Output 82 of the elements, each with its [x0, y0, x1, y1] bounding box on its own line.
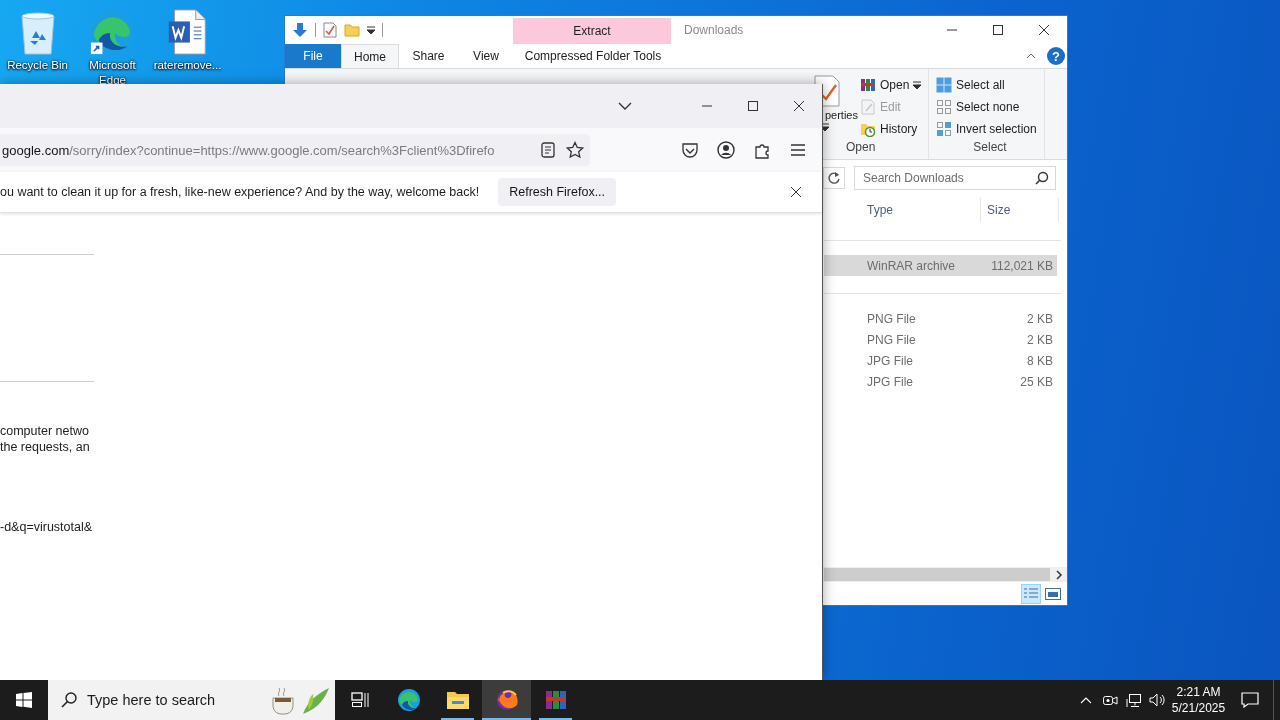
browser-logo-icon[interactable]: [396, 688, 421, 712]
table-cell-text: PNG File: [866, 311, 917, 326]
browser-logo-icon[interactable]: [494, 688, 519, 712]
properties-icon[interactable]: [323, 22, 337, 38]
ribbon-tab[interactable]: Share: [399, 44, 458, 68]
ribbon-command[interactable]: Select none: [956, 100, 1020, 114]
column-header[interactable]: Size: [981, 198, 1059, 222]
table-cell-text: JPG File: [866, 353, 914, 368]
file-menu-tab[interactable]: File: [285, 44, 341, 68]
notifications-icon[interactable]: [1241, 692, 1259, 708]
search-field[interactable]: Search Downloads: [854, 166, 1056, 190]
volume-icon[interactable]: [1149, 692, 1167, 708]
file-row[interactable]: JPG File 8 KB: [824, 350, 1057, 371]
context-tab-header: Extract: [513, 18, 671, 44]
window-title: Downloads: [684, 23, 744, 37]
close-icon[interactable]: [791, 187, 801, 197]
dropdown-caret-icon[interactable]: [367, 26, 375, 34]
table-cell-text: 8 KB: [1026, 353, 1053, 368]
account-icon[interactable]: [717, 141, 735, 159]
file-row[interactable]: PNG File 2 KB: [824, 329, 1057, 350]
table-cell-text: 2 KB: [1026, 311, 1053, 326]
search-icon[interactable]: [1035, 171, 1049, 185]
ribbon-command[interactable]: Select all: [956, 78, 1005, 92]
collapse-ribbon-icon[interactable]: [1026, 53, 1036, 59]
search-input[interactable]: Search Downloads: [863, 171, 1035, 185]
reader-view-icon[interactable]: [541, 142, 555, 158]
search-field[interactable]: Type here to search: [48, 680, 335, 720]
ribbon-tab[interactable]: Home: [341, 44, 399, 68]
refresh-firefox-button[interactable]: Refresh Firefox...: [498, 178, 617, 206]
network-icon[interactable]: [1126, 692, 1142, 708]
properties-button[interactable]: perties: [824, 109, 858, 121]
file-row[interactable]: WinRAR archive 112,021 KB: [824, 255, 1057, 276]
windows-logo-icon[interactable]: [16, 692, 32, 708]
dropdown-caret-icon[interactable]: [821, 123, 829, 131]
group-label: Open: [845, 140, 877, 156]
table-cell-text: PNG File: [866, 332, 917, 347]
clock-date[interactable]: 5/21/2025: [1171, 700, 1226, 716]
clock-time[interactable]: 2:21 AM: [1176, 684, 1221, 700]
scroll-right-icon[interactable]: [1054, 569, 1063, 580]
chevron-down-icon[interactable]: [618, 102, 632, 110]
close-icon[interactable]: [794, 101, 804, 111]
archive-books-icon[interactable]: [543, 688, 568, 712]
maximize-icon[interactable]: [993, 25, 1003, 35]
search-icon[interactable]: [61, 692, 77, 708]
bookmark-star-icon[interactable]: [566, 141, 584, 159]
extensions-icon[interactable]: [753, 141, 771, 159]
task-view-icon[interactable]: [350, 692, 369, 708]
download-arrow-icon[interactable]: [292, 22, 308, 38]
history-icon[interactable]: [860, 121, 876, 137]
table-cell-text: WinRAR archive: [866, 258, 957, 273]
help-button[interactable]: ?: [1047, 47, 1065, 65]
dropdown-caret-icon[interactable]: [913, 81, 922, 89]
table-cell-text: 112,021 KB: [990, 258, 1053, 273]
file-row[interactable]: JPG File 25 KB: [824, 371, 1057, 392]
table-cell-text: JPG File: [866, 374, 914, 389]
file-row[interactable]: PNG File 2 KB: [824, 308, 1057, 329]
ribbon-command: Edit: [880, 100, 901, 114]
column-header[interactable]: Type: [861, 198, 981, 222]
scrollbar-thumb[interactable]: [824, 568, 1050, 581]
folder-icon[interactable]: [445, 689, 470, 711]
show-hidden-icons-icon[interactable]: [1080, 696, 1092, 704]
group-label: Select: [972, 140, 1008, 156]
ribbon-command[interactable]: History: [880, 122, 918, 136]
invert-icon[interactable]: [936, 121, 952, 137]
ribbon-tab[interactable]: Compressed Folder Tools: [514, 44, 672, 68]
text-line: the requests, an: [0, 439, 91, 455]
table-cell-text: 2 KB: [1026, 332, 1053, 347]
close-icon[interactable]: [1039, 25, 1049, 35]
select-none-icon[interactable]: [936, 99, 952, 115]
address-field[interactable]: google.com/sorry/index?continue=https://www.google.com/search%3Fclient%3Dfirefo: [0, 134, 590, 166]
maximize-icon[interactable]: [748, 101, 758, 111]
ribbon-command[interactable]: Open: [880, 78, 910, 92]
notification-message: ou want to clean it up for a fresh, like-new experience? And by the way, welcome back!: [0, 185, 480, 199]
ribbon-tab[interactable]: View: [458, 44, 514, 68]
search-input[interactable]: Type here to search: [87, 692, 269, 708]
text-line: -d&q=virustotal&: [0, 519, 94, 535]
pocket-icon[interactable]: [681, 142, 699, 158]
menu-icon[interactable]: [790, 143, 806, 157]
taskbar-button[interactable]: [482, 680, 531, 720]
ribbon-command[interactable]: Invert selection: [956, 122, 1037, 136]
table-cell-text: 25 KB: [1019, 374, 1053, 389]
text-line: computer netwo: [0, 423, 90, 439]
